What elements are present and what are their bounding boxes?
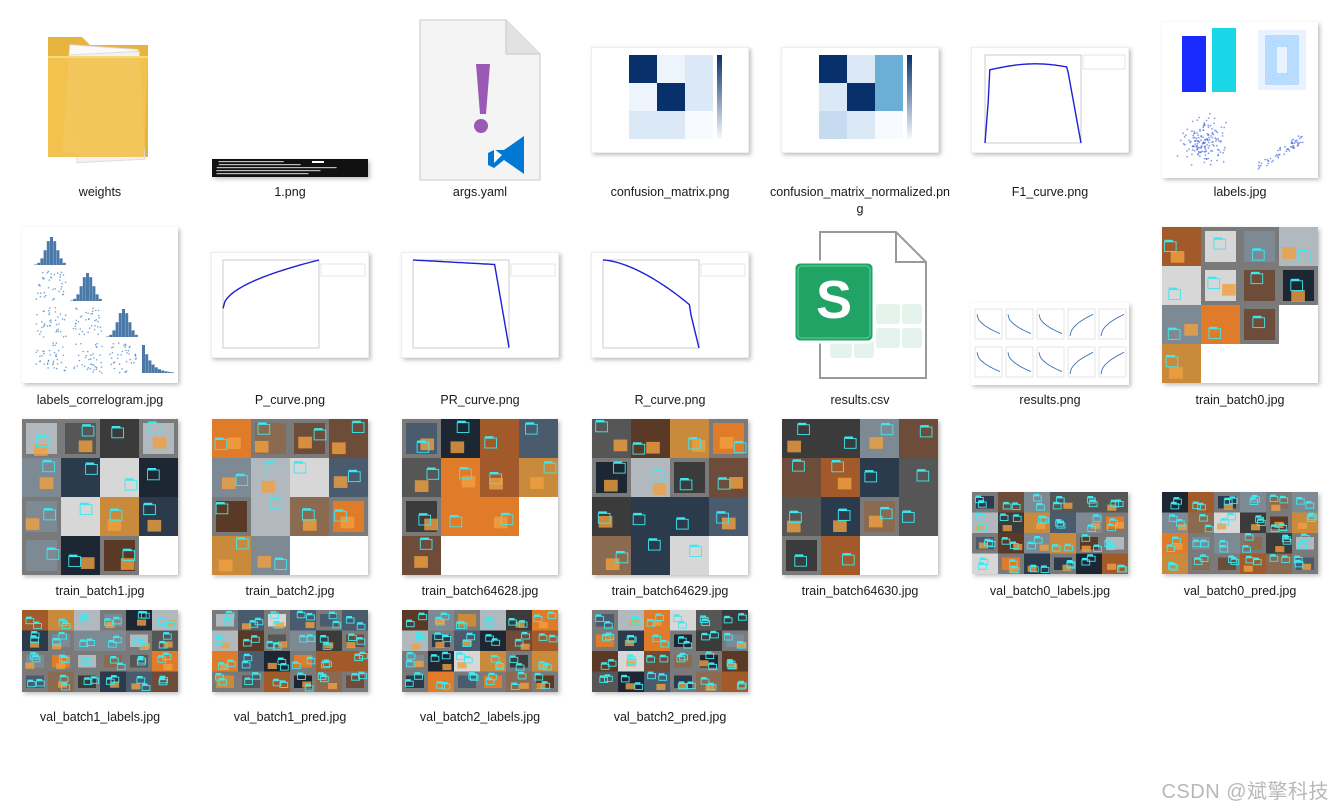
file-name: labels.jpg (1213, 185, 1267, 199)
photo-mosaic-thumbnail (1150, 227, 1330, 383)
file-name: val_batch0_pred.jpg (1183, 584, 1297, 598)
watermark: CSDN @斌擎科技 (1161, 781, 1329, 803)
photo-mosaic-thumbnail (580, 606, 760, 696)
file-name: train_batch64629.jpg (611, 584, 729, 598)
svg-text:S: S (816, 270, 852, 330)
file-name: F1_curve.png (1011, 185, 1089, 199)
file-name: train_batch1.jpg (55, 584, 145, 598)
curve-chart-thumbnail (960, 20, 1140, 180)
file-name: results.png (1019, 393, 1081, 407)
photo-mosaic-thumbnail (390, 417, 570, 577)
file-name: train_batch64630.jpg (801, 584, 919, 598)
file-name: val_batch0_labels.jpg (989, 584, 1111, 598)
file-name: 1.png (274, 185, 306, 199)
curve-chart-thumbnail (390, 227, 570, 383)
photo-mosaic-thumbnail (390, 606, 570, 696)
folder-icon (10, 20, 190, 180)
file-name: val_batch1_labels.jpg (39, 710, 161, 724)
photo-mosaic-thumbnail (200, 606, 380, 696)
file-grid: weights 1.png args.yaml confusion_matrix.pn… (0, 0, 1335, 808)
photo-mosaic-thumbnail (1150, 417, 1330, 574)
file-name: train_batch0.jpg (1195, 393, 1285, 407)
file-name: args.yaml (452, 185, 508, 199)
photo-mosaic-thumbnail (200, 417, 380, 577)
file-name: train_batch2.jpg (245, 584, 335, 598)
file-name: P_curve.png (254, 393, 326, 407)
file-name: PR_curve.png (440, 393, 520, 407)
terminal-screenshot-thumbnail (200, 20, 380, 177)
file-name: weights (78, 185, 122, 199)
results-chart-thumbnail (960, 227, 1140, 385)
curve-chart-thumbnail (580, 227, 760, 383)
correlogram-thumbnail (10, 227, 190, 383)
photo-mosaic-thumbnail (770, 417, 950, 577)
file-name: val_batch2_labels.jpg (419, 710, 541, 724)
confusion-matrix-thumbnail (770, 20, 950, 180)
file-name: train_batch64628.jpg (421, 584, 539, 598)
file-name: R_curve.png (634, 393, 706, 407)
photo-mosaic-thumbnail (10, 417, 190, 577)
curve-chart-thumbnail (200, 227, 380, 383)
yaml-file-icon (390, 19, 570, 181)
file-name: results.csv (830, 393, 890, 407)
file-name: val_batch1_pred.jpg (233, 710, 347, 724)
file-name: val_batch2_pred.jpg (613, 710, 727, 724)
spreadsheet-file-icon: S (770, 227, 950, 383)
photo-mosaic-thumbnail (580, 417, 760, 577)
file-name: confusion_matrix.png (610, 185, 730, 199)
photo-mosaic-thumbnail (960, 417, 1140, 574)
labels-chart-thumbnail (1150, 20, 1330, 180)
photo-mosaic-thumbnail (10, 606, 190, 696)
file-name: confusion_matrix_normalized.png (770, 185, 950, 216)
confusion-matrix-thumbnail (580, 20, 760, 180)
file-name: labels_correlogram.jpg (36, 393, 164, 407)
